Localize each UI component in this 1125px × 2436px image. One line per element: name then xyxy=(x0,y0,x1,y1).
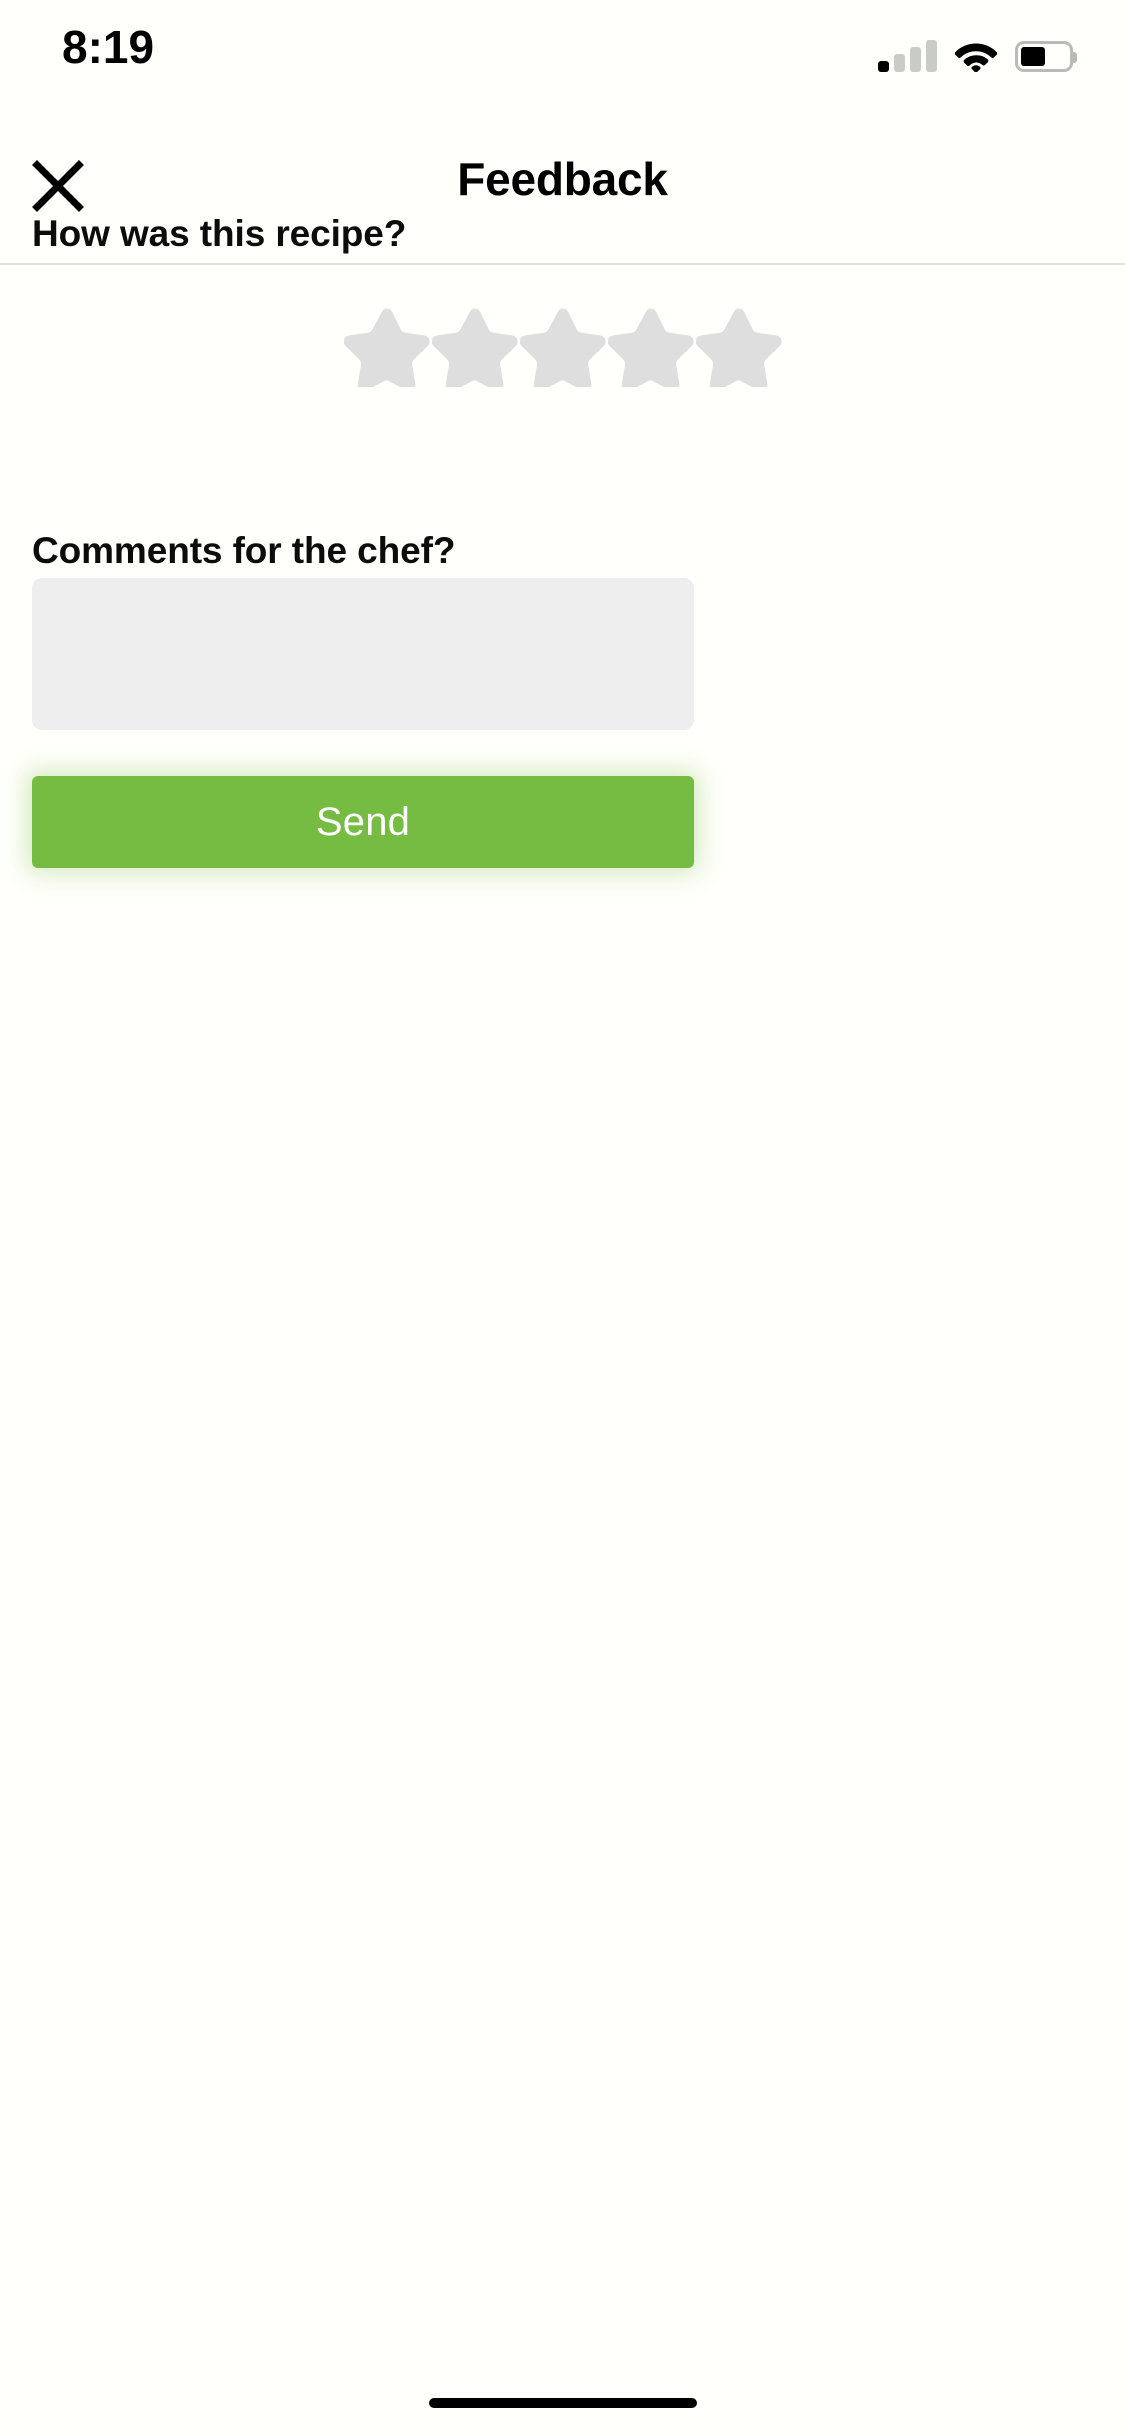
signal-bar-4 xyxy=(926,40,937,72)
battery-icon xyxy=(1015,41,1077,72)
status-bar: 8:19 xyxy=(0,0,1125,100)
wifi-icon xyxy=(954,40,998,72)
comments-question-label: Comments for the chef? xyxy=(32,530,456,571)
status-bar-icons xyxy=(878,32,1077,72)
comments-input[interactable] xyxy=(32,578,694,730)
star-icon-5[interactable] xyxy=(695,305,782,387)
star-icon-3[interactable] xyxy=(519,305,606,387)
battery-fill xyxy=(1021,47,1045,66)
signal-bar-3 xyxy=(910,47,921,72)
star-rating[interactable] xyxy=(0,305,1125,387)
star-icon-1[interactable] xyxy=(343,305,430,387)
signal-bars-icon xyxy=(878,40,937,72)
home-indicator[interactable] xyxy=(428,2398,697,2408)
signal-bar-1 xyxy=(878,61,889,72)
battery-nub xyxy=(1073,52,1077,63)
send-button[interactable]: Send xyxy=(32,776,694,868)
star-icon-2[interactable] xyxy=(431,305,518,387)
star-icon-4[interactable] xyxy=(607,305,694,387)
feedback-screen: 8:19 Feedback How was this recipe? Comme… xyxy=(0,0,1125,2436)
status-bar-time: 8:19 xyxy=(62,21,155,73)
rating-question-label: How was this recipe? xyxy=(32,213,407,254)
signal-bar-2 xyxy=(894,54,905,72)
